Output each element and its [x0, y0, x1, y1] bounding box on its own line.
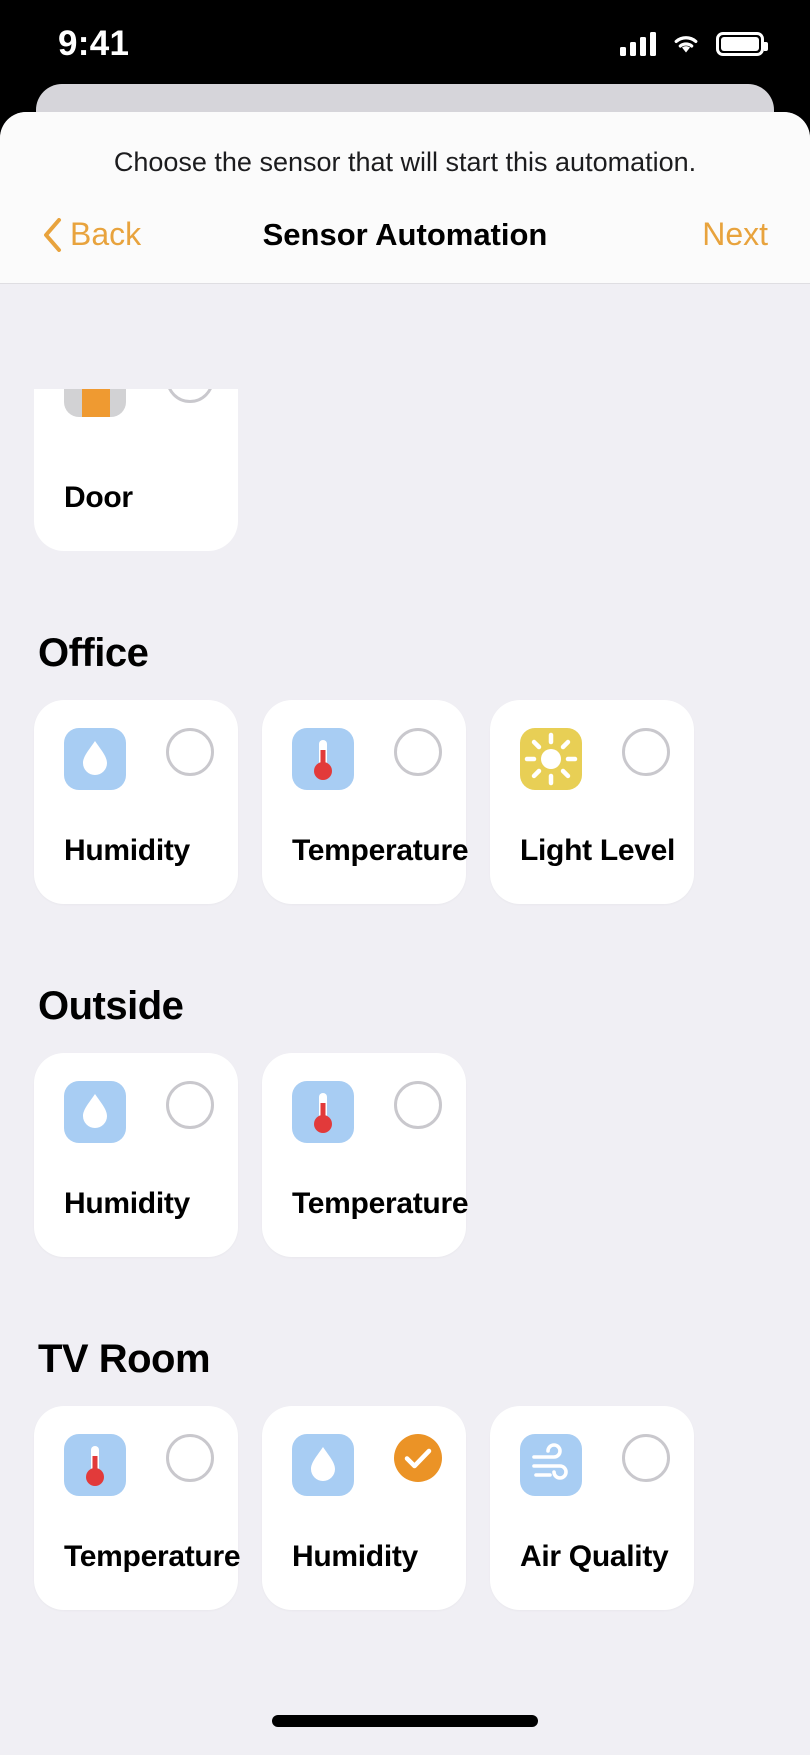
status-bar: 9:41 — [0, 0, 810, 88]
sensor-card-temperature[interactable]: Temperature — [262, 700, 469, 904]
phone-screen: 9:41 Choose the sensor that will start t… — [0, 0, 810, 1755]
sensor-card-light-level[interactable]: Light Level — [490, 700, 694, 904]
sensor-card-label: Humidity — [64, 1187, 190, 1220]
unselected-circle-icon[interactable] — [394, 728, 442, 776]
unselected-circle-icon[interactable] — [166, 389, 214, 403]
sensor-card-label: Door — [64, 481, 133, 514]
next-button[interactable]: Next — [702, 216, 768, 253]
status-bar-time: 9:41 — [58, 24, 130, 63]
sensor-list-scroll-area[interactable]: Door Office Humidity Temperature Light Level… — [0, 389, 810, 1755]
navigation-bar: Back Sensor Automation Next — [0, 180, 810, 283]
chevron-left-icon — [44, 217, 61, 252]
section-title-office: Office — [38, 631, 149, 675]
prompt-text: Choose the sensor that will start this a… — [113, 147, 697, 177]
unselected-circle-icon[interactable] — [394, 1081, 442, 1129]
section-title-outside: Outside — [38, 984, 184, 1028]
unselected-circle-icon[interactable] — [166, 1434, 214, 1482]
selected-checkmark-icon[interactable] — [394, 1434, 442, 1482]
humidity-droplet-icon — [64, 1081, 126, 1143]
sensor-card-label: Humidity — [64, 834, 190, 867]
sensor-row-tv-room[interactable]: Temperature Humidity Air Quality — [0, 1406, 810, 1610]
door-icon — [64, 389, 126, 417]
sensor-row-office[interactable]: Humidity Temperature Light Level — [0, 700, 810, 904]
cellular-signal-icon — [620, 32, 656, 56]
sensor-card-humidity[interactable]: Humidity — [34, 700, 238, 904]
sun-icon — [520, 728, 582, 790]
section-title-tv-room: TV Room — [38, 1337, 211, 1381]
humidity-droplet-icon — [64, 728, 126, 790]
humidity-droplet-icon — [292, 1434, 354, 1496]
sensor-card-label: Humidity — [292, 1540, 418, 1573]
wifi-icon — [674, 36, 698, 53]
sensor-card-humidity[interactable]: Humidity — [262, 1406, 466, 1610]
sensor-card-label: Light Level — [520, 834, 676, 867]
thermometer-icon — [292, 1081, 354, 1143]
unselected-circle-icon[interactable] — [166, 1081, 214, 1129]
sensor-card-temperature[interactable]: Temperature — [34, 1406, 241, 1610]
unselected-circle-icon[interactable] — [622, 1434, 670, 1482]
unselected-circle-icon[interactable] — [622, 728, 670, 776]
battery-icon — [716, 32, 768, 56]
sensor-row-outside[interactable]: Humidity Temperature — [0, 1053, 810, 1257]
home-indicator — [272, 1715, 538, 1727]
wind-icon — [520, 1434, 582, 1496]
sensor-card-label: Temperature — [292, 834, 469, 867]
unselected-circle-icon[interactable] — [166, 728, 214, 776]
sensor-card-temperature[interactable]: Temperature — [262, 1053, 469, 1257]
sheet-header: Choose the sensor that will start this a… — [0, 112, 810, 284]
sensor-card-label: Temperature — [292, 1187, 469, 1220]
thermometer-icon — [292, 728, 354, 790]
back-button-label: Back — [70, 216, 142, 253]
sensor-card-humidity[interactable]: Humidity — [34, 1053, 238, 1257]
sensor-card-door[interactable]: Door — [34, 389, 238, 551]
back-button[interactable]: Back — [42, 216, 141, 253]
sensor-card-air-quality[interactable]: Air Quality — [490, 1406, 694, 1610]
sensor-automation-sheet: Choose the sensor that will start this a… — [0, 112, 810, 1755]
sensor-card-label: Air Quality — [520, 1540, 669, 1573]
sensor-row-top[interactable]: Door — [0, 389, 810, 551]
status-bar-icons — [620, 32, 768, 56]
thermometer-icon — [64, 1434, 126, 1496]
sensor-card-label: Temperature — [64, 1540, 241, 1573]
